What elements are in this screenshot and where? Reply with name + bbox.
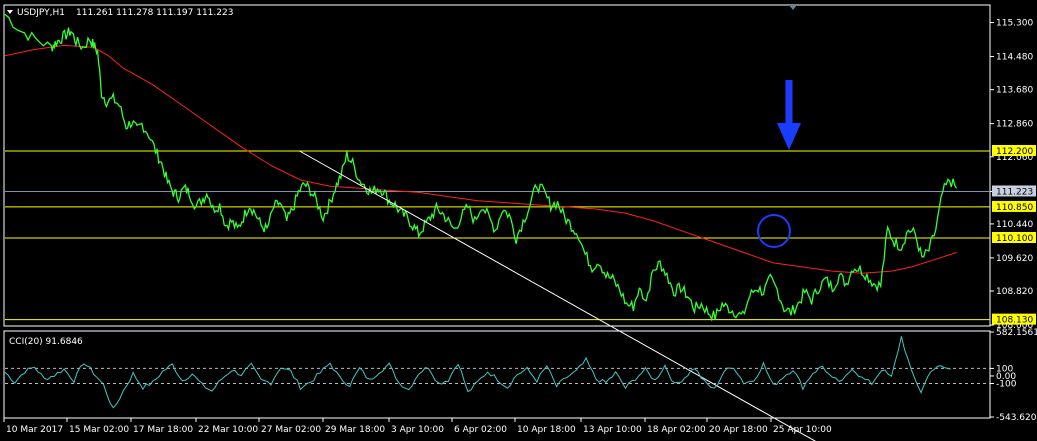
level-tag-label-0: 112.200 xyxy=(996,147,1033,157)
time-tick-label-3: 22 Mar 10:00 xyxy=(198,425,258,435)
time-tick-label-9: 13 Apr 10:00 xyxy=(583,425,642,435)
price-tick-label-6: 110.440 xyxy=(996,220,1033,230)
cci-label: CCI(20) 91.6846 xyxy=(9,337,83,347)
level-tag-label-1: 110.850 xyxy=(996,203,1033,213)
price-tick-label-5: 111.223 xyxy=(996,187,1033,197)
symbol-label: USDJPY,H1 xyxy=(17,8,65,18)
time-tick-label-7: 6 Apr 02:00 xyxy=(454,425,507,435)
cci-tick-label-0: 582.1561 xyxy=(996,328,1037,338)
time-tick-label-10: 18 Apr 02:00 xyxy=(647,425,706,435)
time-tick-label-4: 27 Mar 02:00 xyxy=(261,425,321,435)
price-tick-label-7: 109.620 xyxy=(996,254,1033,264)
quote-values: 111.261 111.278 111.197 111.223 xyxy=(76,8,233,18)
price-tick-label-0: 115.300 xyxy=(996,19,1033,29)
price-tick-label-8: 108.820 xyxy=(996,287,1033,297)
time-tick-label-6: 3 Apr 10:00 xyxy=(391,425,444,435)
price-tick-label-2: 113.680 xyxy=(996,86,1033,96)
chart-background xyxy=(0,0,1037,441)
time-tick-label-5: 29 Mar 18:00 xyxy=(325,425,385,435)
level-tag-label-2: 110.100 xyxy=(996,234,1033,244)
time-tick-label-8: 10 Apr 18:00 xyxy=(517,425,576,435)
price-tick-label-1: 114.480 xyxy=(996,53,1033,63)
time-tick-label-12: 25 Apr 10:00 xyxy=(773,425,832,435)
chart-window: 115.300114.480113.680112.860112.060111.2… xyxy=(0,0,1037,441)
time-tick-label-2: 17 Mar 18:00 xyxy=(133,425,193,435)
time-tick-label-1: 15 Mar 02:00 xyxy=(69,425,129,435)
price-tick-label-3: 112.860 xyxy=(996,120,1033,130)
cci-tick-label-4: -543.6208 xyxy=(996,413,1037,423)
level-tag-label-3: 108.130 xyxy=(996,316,1033,326)
time-tick-label-11: 20 Apr 18:00 xyxy=(709,425,768,435)
cci-tick-label-3: -100 xyxy=(996,380,1017,390)
time-tick-label-0: 10 Mar 2017 xyxy=(6,425,63,435)
